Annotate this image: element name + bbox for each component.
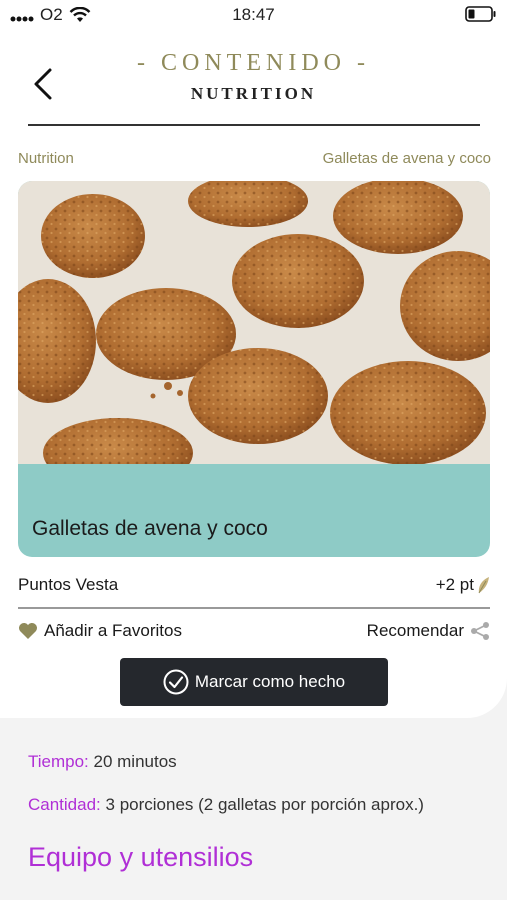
battery-icon [465, 6, 497, 27]
mark-done-button[interactable]: Marcar como hecho [120, 658, 388, 706]
points-value-group: +2 pt [436, 575, 490, 595]
actions-row: Añadir a Favoritos Recomendar [18, 621, 490, 641]
recipe-photo [18, 181, 490, 464]
header-divider [28, 124, 480, 126]
recipe-title: Galletas de avena y coco [32, 517, 268, 540]
breadcrumb-nutrition[interactable]: Nutrition [18, 150, 74, 167]
quantity-info: Cantidad: 3 porciones (2 galletas por po… [28, 795, 424, 815]
recipe-card[interactable]: Galletas de avena y coco [18, 181, 490, 557]
favorite-button[interactable]: Añadir a Favoritos [18, 621, 182, 641]
section-title: Equipo y utensilios [28, 842, 254, 872]
leaf-icon [478, 577, 489, 594]
breadcrumb-current: Galletas de avena y coco [322, 150, 491, 167]
recommend-button[interactable]: Recomendar [367, 621, 490, 641]
quantity-value: 3 porciones (2 galletas por porción apro… [105, 795, 424, 814]
clock: 18:47 [232, 5, 275, 24]
favorite-label: Añadir a Favoritos [44, 621, 182, 640]
page-subtitle: NUTRITION [190, 84, 317, 103]
check-circle-icon [163, 669, 189, 695]
page-title: - CONTENIDO - [137, 50, 370, 76]
status-bar: O2 18:47 [0, 0, 507, 30]
time-label: Tiempo: [28, 752, 89, 771]
quantity-label: Cantidad: [28, 795, 101, 814]
points-row: Puntos Vesta +2 pt [18, 575, 490, 595]
heart-icon [19, 623, 37, 639]
time-value: 20 minutos [93, 752, 177, 771]
points-value: +2 pt [435, 575, 474, 594]
share-icon [471, 622, 489, 640]
points-label: Puntos Vesta [18, 575, 119, 594]
mark-done-label: Marcar como hecho [194, 672, 346, 691]
recommend-label: Recomendar [366, 621, 464, 640]
time-info: Tiempo: 20 minutos [28, 752, 177, 772]
points-divider [18, 607, 490, 609]
